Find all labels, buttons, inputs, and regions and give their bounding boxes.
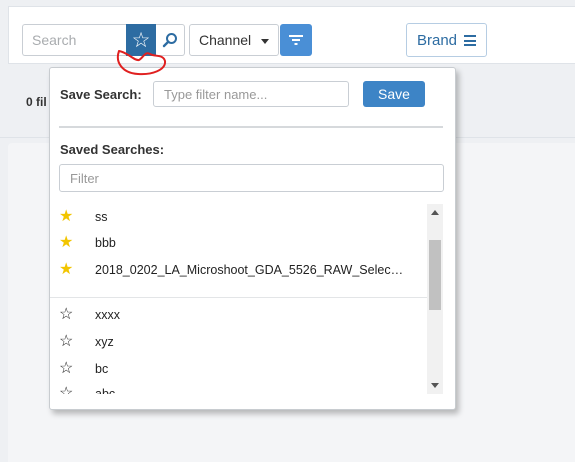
saved-search-item[interactable]: ☆ xyz bbox=[50, 329, 427, 355]
filter-lines-icon bbox=[289, 35, 303, 45]
saved-search-item-label: ss bbox=[95, 210, 108, 224]
scroll-up-arrow-icon[interactable] bbox=[431, 210, 439, 215]
saved-searches-label: Saved Searches: bbox=[60, 142, 165, 157]
saved-search-dropdown: Save Search: Save Saved Searches: ★ ss ★… bbox=[49, 67, 456, 410]
scrollbar-thumb[interactable] bbox=[429, 240, 441, 310]
hamburger-icon bbox=[464, 35, 476, 46]
scroll-down-arrow-icon[interactable] bbox=[431, 383, 439, 388]
saved-search-item-label: bbb bbox=[95, 236, 116, 250]
filter-name-input[interactable] bbox=[153, 81, 349, 107]
saved-search-list: ★ ss ★ bbb ★ 2018_0202_LA_Microshoot_GDA… bbox=[50, 204, 427, 394]
star-outline-icon[interactable]: ☆ bbox=[59, 361, 73, 377]
saved-search-item[interactable]: ☆ bc bbox=[50, 356, 427, 382]
saved-search-item[interactable]: ★ 2018_0202_LA_Microshoot_GDA_5526_RAW_S… bbox=[50, 257, 427, 283]
red-annotation-mark bbox=[117, 50, 166, 76]
saved-search-item[interactable]: ★ ss bbox=[50, 204, 427, 230]
toolbar: ☆ Channel Brand bbox=[8, 6, 575, 64]
list-separator bbox=[50, 297, 427, 298]
star-outline-icon[interactable]: ☆ bbox=[59, 386, 73, 395]
saved-search-item-label: xxxx bbox=[95, 308, 120, 322]
filter-button[interactable] bbox=[280, 24, 312, 56]
saved-search-filter-input[interactable] bbox=[59, 164, 444, 192]
brand-menu-button[interactable]: Brand bbox=[406, 23, 487, 57]
saved-search-item-label: xyz bbox=[95, 335, 114, 349]
star-outline-icon[interactable]: ☆ bbox=[59, 307, 73, 323]
search-input[interactable] bbox=[22, 24, 126, 56]
caret-down-icon bbox=[261, 39, 269, 44]
star-filled-icon[interactable]: ★ bbox=[59, 209, 73, 225]
channel-select[interactable]: Channel bbox=[189, 24, 279, 56]
star-filled-icon[interactable]: ★ bbox=[59, 235, 73, 251]
save-search-label: Save Search: bbox=[60, 87, 142, 102]
dropdown-divider bbox=[59, 126, 443, 128]
channel-select-label: Channel bbox=[199, 32, 252, 48]
saved-search-item[interactable]: ☆ abc bbox=[50, 381, 427, 395]
star-outline-icon[interactable]: ☆ bbox=[59, 334, 73, 350]
file-count-label: 0 fil bbox=[26, 95, 47, 109]
saved-search-item-label: 2018_0202_LA_Microshoot_GDA_5526_RAW_Sel… bbox=[95, 263, 404, 277]
list-scrollbar[interactable] bbox=[427, 204, 443, 394]
save-button[interactable]: Save bbox=[363, 81, 425, 107]
star-filled-icon[interactable]: ★ bbox=[59, 262, 73, 278]
saved-search-item-label: abc bbox=[95, 387, 116, 394]
saved-search-item[interactable]: ★ bbb bbox=[50, 230, 427, 256]
saved-search-item-label: bc bbox=[95, 362, 109, 376]
brand-label: Brand bbox=[417, 31, 458, 49]
saved-search-item[interactable]: ☆ xxxx bbox=[50, 302, 427, 328]
